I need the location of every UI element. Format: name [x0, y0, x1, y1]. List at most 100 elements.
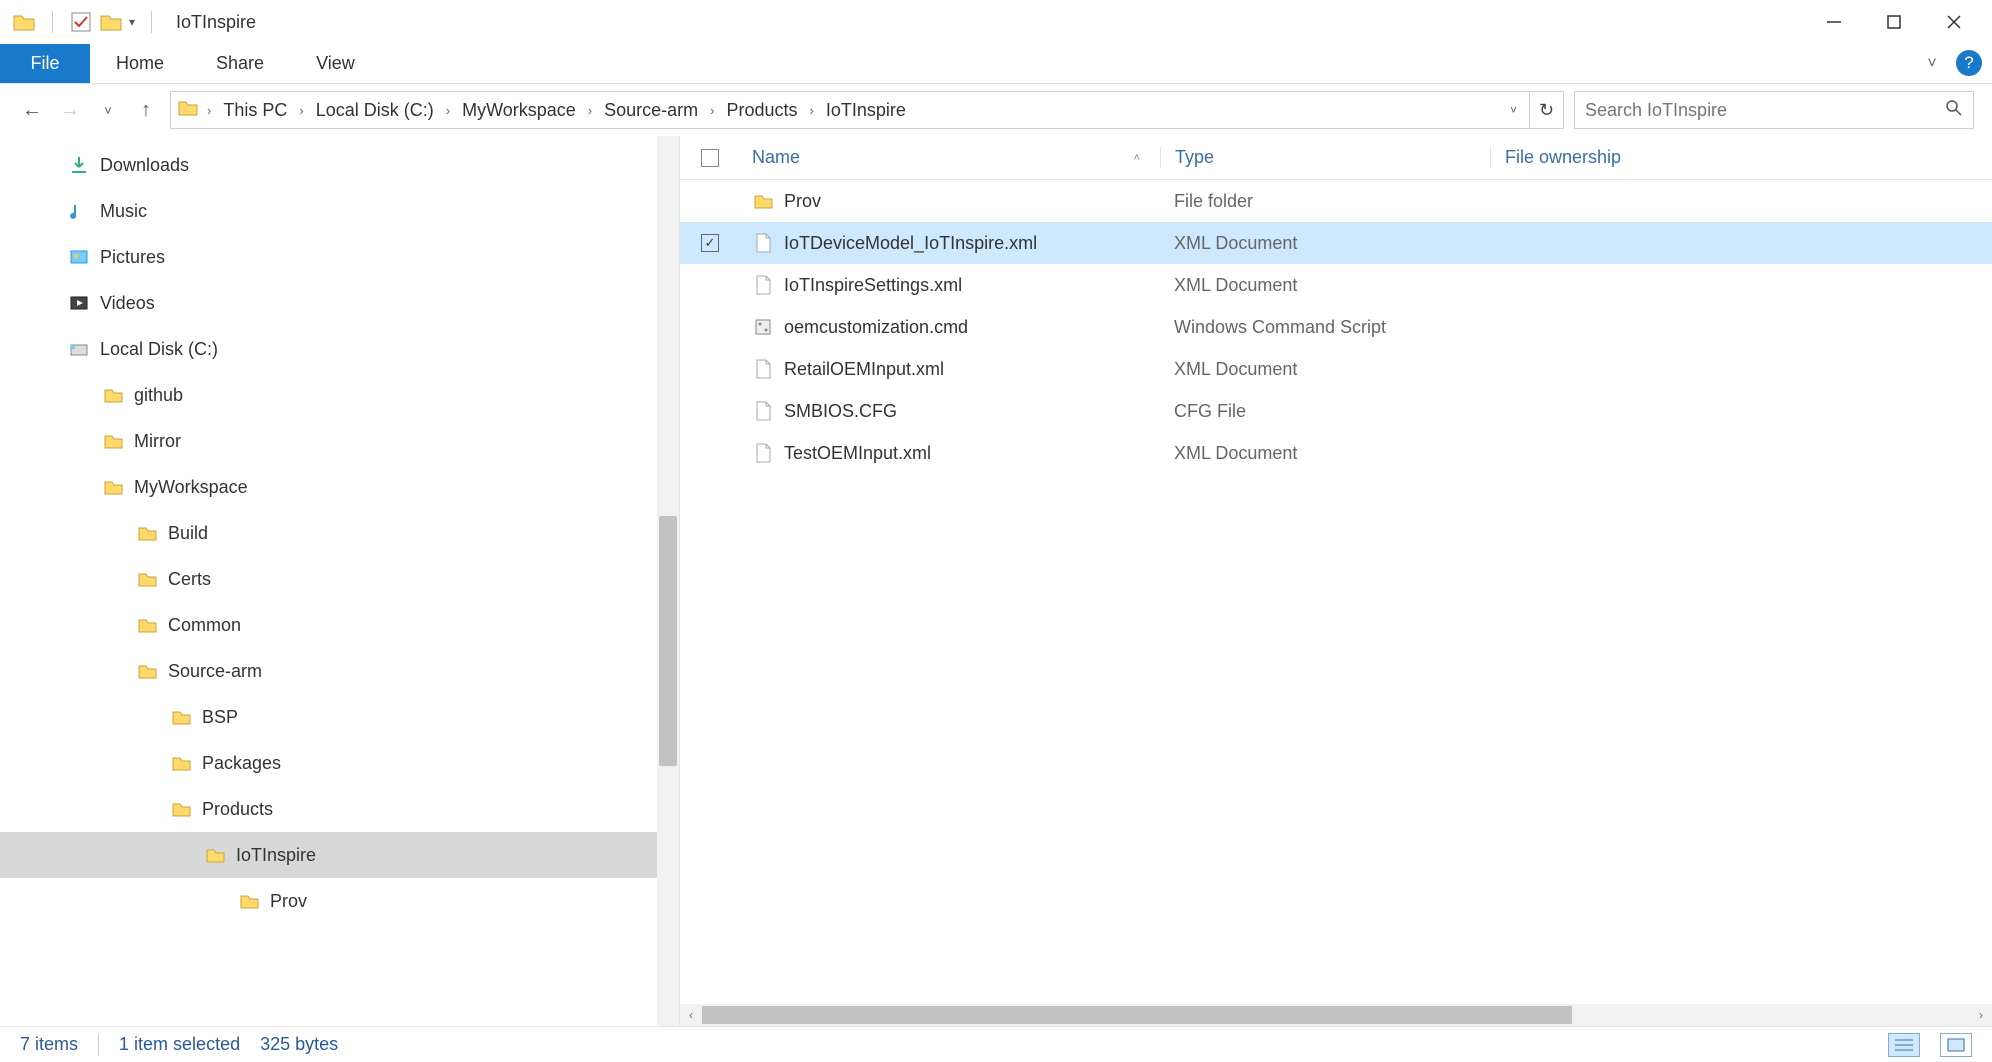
chevron-right-icon[interactable]: ›	[203, 103, 215, 118]
recent-dropdown-icon[interactable]: ˅	[94, 96, 122, 124]
tree-item-label: Build	[168, 523, 208, 544]
tree-item[interactable]: MyWorkspace	[0, 464, 679, 510]
search-box[interactable]	[1574, 91, 1974, 129]
file-row[interactable]: SMBIOS.CFGCFG File	[680, 390, 1992, 432]
tab-home[interactable]: Home	[90, 44, 190, 83]
nav-scrollbar[interactable]	[657, 136, 679, 1026]
file-row[interactable]: oemcustomization.cmdWindows Command Scri…	[680, 306, 1992, 348]
tree-item[interactable]: Mirror	[0, 418, 679, 464]
tree-item[interactable]: Music	[0, 188, 679, 234]
horizontal-scrollbar[interactable]: ‹ ›	[680, 1004, 1992, 1026]
back-button[interactable]: ←	[18, 96, 46, 124]
thumbnail-view-button[interactable]	[1940, 1033, 1972, 1057]
scroll-left-icon[interactable]: ‹	[680, 1004, 702, 1026]
tree-item[interactable]: Source-arm	[0, 648, 679, 694]
tree-item[interactable]: Local Disk (C:)	[0, 326, 679, 372]
music-icon	[68, 200, 90, 222]
tree-item[interactable]: Prov	[0, 878, 679, 924]
select-all-checkbox[interactable]	[680, 149, 740, 167]
forward-button[interactable]: →	[56, 96, 84, 124]
tree-item[interactable]: github	[0, 372, 679, 418]
chevron-right-icon[interactable]: ›	[584, 103, 596, 118]
up-button[interactable]: ↑	[132, 96, 160, 124]
chevron-right-icon[interactable]: ›	[442, 103, 454, 118]
tree-item[interactable]: Videos	[0, 280, 679, 326]
breadcrumb[interactable]: Source-arm	[600, 100, 702, 121]
help-button[interactable]: ?	[1956, 50, 1982, 76]
folder-icon-small[interactable]	[99, 10, 123, 34]
separator	[52, 11, 53, 33]
properties-icon[interactable]	[69, 10, 93, 34]
tab-file[interactable]: File	[0, 44, 90, 83]
search-icon[interactable]	[1945, 99, 1963, 122]
file-type: XML Document	[1160, 359, 1490, 380]
search-input[interactable]	[1585, 100, 1945, 121]
breadcrumb[interactable]: This PC	[219, 100, 291, 121]
address-dropdown-icon[interactable]: ˅	[1504, 103, 1523, 117]
chevron-right-icon[interactable]: ›	[806, 103, 818, 118]
file-type: Windows Command Script	[1160, 317, 1490, 338]
scroll-right-icon[interactable]: ›	[1970, 1004, 1992, 1026]
separator	[151, 11, 152, 33]
breadcrumb[interactable]: Local Disk (C:)	[312, 100, 438, 121]
close-button[interactable]	[1924, 0, 1984, 44]
tree-item[interactable]: Packages	[0, 740, 679, 786]
column-file-ownership[interactable]: File ownership	[1490, 147, 1992, 168]
qat-dropdown-icon[interactable]: ▾	[129, 15, 135, 29]
sort-indicator-icon: ˄	[1134, 152, 1140, 164]
cmd-icon	[752, 317, 774, 337]
file-name: IoTInspireSettings.xml	[784, 275, 962, 296]
folder-icon	[102, 476, 124, 498]
ribbon: File Home Share View ˅ ?	[0, 44, 1992, 84]
tree-item[interactable]: Downloads	[0, 142, 679, 188]
file-row[interactable]: ProvFile folder	[680, 180, 1992, 222]
file-name: Prov	[784, 191, 821, 212]
file-row[interactable]: TestOEMInput.xmlXML Document	[680, 432, 1992, 474]
tree-item[interactable]: Pictures	[0, 234, 679, 280]
videos-icon	[68, 292, 90, 314]
chevron-right-icon[interactable]: ›	[706, 103, 718, 118]
breadcrumb[interactable]: IoTInspire	[822, 100, 910, 121]
column-name[interactable]: Name ˄	[740, 147, 1160, 168]
folder-icon	[170, 706, 192, 728]
download-icon	[68, 154, 90, 176]
file-type: XML Document	[1160, 233, 1490, 254]
tree-item[interactable]: Common	[0, 602, 679, 648]
maximize-button[interactable]	[1864, 0, 1924, 44]
tab-share[interactable]: Share	[190, 44, 290, 83]
details-view-button[interactable]	[1888, 1033, 1920, 1057]
pictures-icon	[68, 246, 90, 268]
tree-item[interactable]: Build	[0, 510, 679, 556]
tree-item[interactable]: Certs	[0, 556, 679, 602]
breadcrumb[interactable]: MyWorkspace	[458, 100, 580, 121]
tree-item-label: Prov	[270, 891, 307, 912]
tree-item-label: Certs	[168, 569, 211, 590]
tree-item[interactable]: Products	[0, 786, 679, 832]
tree-item-label: IoTInspire	[236, 845, 316, 866]
status-selected-count: 1 item selected	[119, 1034, 240, 1055]
file-row[interactable]: RetailOEMInput.xml XML Document	[680, 348, 1992, 390]
refresh-button[interactable]: ↻	[1530, 91, 1564, 129]
minimize-button[interactable]	[1804, 0, 1864, 44]
file-name: RetailOEMInput.xml	[784, 359, 944, 380]
tree-item[interactable]: IoTInspire	[0, 832, 679, 878]
tree-item[interactable]: BSP	[0, 694, 679, 740]
address-bar[interactable]: › This PC › Local Disk (C:) › MyWorkspac…	[170, 91, 1530, 129]
chevron-right-icon[interactable]: ›	[295, 103, 307, 118]
status-item-count: 7 items	[20, 1034, 78, 1055]
column-type[interactable]: Type	[1160, 147, 1490, 168]
tree-item-label: Products	[202, 799, 273, 820]
ribbon-expand-icon[interactable]: ˅	[1914, 44, 1950, 83]
window-title: IoTInspire	[176, 12, 256, 33]
tree-item-label: Mirror	[134, 431, 181, 452]
file-list: ProvFile folder ✓ IoTDeviceModel_IoTInspir…	[680, 180, 1992, 1004]
tree-item-label: github	[134, 385, 183, 406]
tab-view[interactable]: View	[290, 44, 381, 83]
row-checkbox[interactable]: ✓	[701, 234, 719, 252]
file-name: IoTDeviceModel_IoTInspire.xml	[784, 233, 1037, 254]
titlebar: ▾ IoTInspire	[0, 0, 1992, 44]
breadcrumb[interactable]: Products	[723, 100, 802, 121]
folder-icon	[136, 614, 158, 636]
file-row[interactable]: ✓ IoTDeviceModel_IoTInspire.xml XML Docume…	[680, 222, 1992, 264]
file-row[interactable]: IoTInspireSettings.xmlXML Document	[680, 264, 1992, 306]
